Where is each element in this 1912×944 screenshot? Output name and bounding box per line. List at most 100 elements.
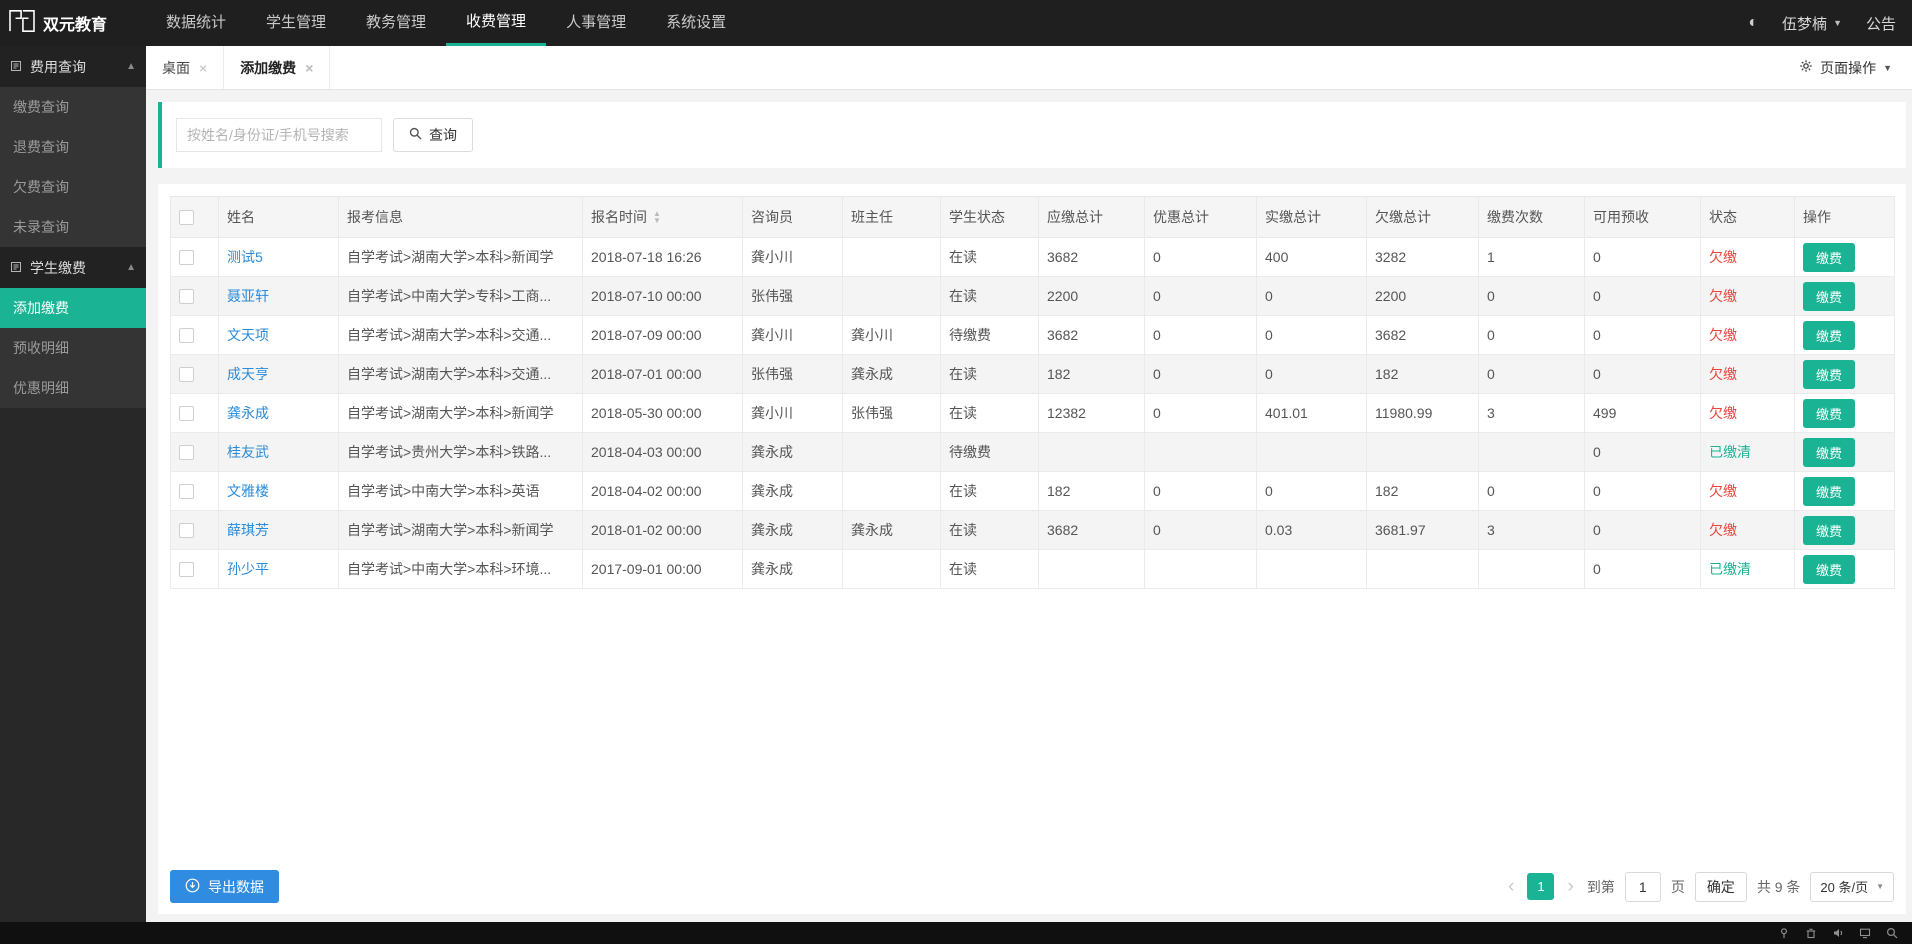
student-name-link[interactable]: 文天项 xyxy=(227,327,269,343)
cell-payable-total xyxy=(1039,550,1145,589)
page-unit-label: 页 xyxy=(1671,877,1685,897)
magnifier-icon[interactable] xyxy=(1886,927,1898,939)
tab-2[interactable]: 添加缴费× xyxy=(224,46,330,89)
display-icon[interactable] xyxy=(1859,927,1871,939)
status-text: 已缴清 xyxy=(1709,444,1751,460)
sidebar-item[interactable]: 欠费查询 xyxy=(0,167,146,207)
main-area: 费用查询▲缴费查询退费查询欠费查询未录查询学生缴费▲添加缴费预收明细优惠明细 桌… xyxy=(0,46,1912,922)
tab-1[interactable]: 桌面× xyxy=(146,46,224,89)
row-checkbox[interactable] xyxy=(179,445,194,460)
student-name-link[interactable]: 龚永成 xyxy=(227,405,269,421)
announcement-link[interactable]: 公告 xyxy=(1866,13,1896,34)
cell-consultant: 龚永成 xyxy=(743,511,843,550)
tab-bar: 桌面×添加缴费× 页面操作 ▼ xyxy=(146,46,1912,90)
sidebar-item[interactable]: 未录查询 xyxy=(0,207,146,247)
theme-toggle-icon[interactable]: ◐ xyxy=(1748,14,1758,32)
confirm-button[interactable]: 确定 xyxy=(1695,872,1747,902)
pay-button[interactable]: 缴费 xyxy=(1803,555,1855,584)
cell-paid-total: 401.01 xyxy=(1257,394,1367,433)
row-checkbox[interactable] xyxy=(179,250,194,265)
cell-action: 缴费 xyxy=(1795,316,1895,355)
sidebar-item[interactable]: 预收明细 xyxy=(0,328,146,368)
os-taskbar xyxy=(0,922,1912,944)
pay-button[interactable]: 缴费 xyxy=(1803,243,1855,272)
cell-date: 2018-07-01 00:00 xyxy=(583,355,743,394)
cell-pay-count: 3 xyxy=(1479,511,1585,550)
page-number-button[interactable]: 1 xyxy=(1527,873,1554,900)
student-name-link[interactable]: 测试5 xyxy=(227,249,263,265)
sidebar-item[interactable]: 添加缴费 xyxy=(0,288,146,328)
cell-name: 龚永成 xyxy=(219,394,339,433)
page-size-select[interactable]: 20 条/页 ▼ xyxy=(1810,872,1894,902)
pay-button[interactable]: 缴费 xyxy=(1803,360,1855,389)
sidebar-item[interactable]: 优惠明细 xyxy=(0,368,146,408)
nav-item-6[interactable]: 系统设置 xyxy=(646,0,746,46)
cell-name: 薛琪芳 xyxy=(219,511,339,550)
nav-item-3[interactable]: 教务管理 xyxy=(346,0,446,46)
export-data-button[interactable]: 导出数据 xyxy=(170,870,279,903)
sidebar-item[interactable]: 退费查询 xyxy=(0,127,146,167)
cell-student-status: 待缴费 xyxy=(941,433,1039,472)
student-name-link[interactable]: 薛琪芳 xyxy=(227,522,269,538)
nav-item-2[interactable]: 学生管理 xyxy=(246,0,346,46)
section-title: 费用查询 xyxy=(30,57,86,77)
cell-owed-total xyxy=(1367,433,1479,472)
sort-icon[interactable]: ▲▼ xyxy=(653,210,661,224)
cell-action: 缴费 xyxy=(1795,355,1895,394)
nav-item-4[interactable]: 收费管理 xyxy=(446,0,546,46)
cell-prepay-available: 0 xyxy=(1585,550,1701,589)
page-actions-button[interactable]: 页面操作 ▼ xyxy=(1779,46,1912,89)
student-name-link[interactable]: 桂友武 xyxy=(227,444,269,460)
cell-action: 缴费 xyxy=(1795,394,1895,433)
pay-button[interactable]: 缴费 xyxy=(1803,399,1855,428)
pay-button[interactable]: 缴费 xyxy=(1803,516,1855,545)
volume-icon[interactable] xyxy=(1832,927,1844,939)
cell-payable-total: 3682 xyxy=(1039,511,1145,550)
column-header[interactable]: 报名时间▲▼ xyxy=(583,197,743,238)
cell-info: 自学考试>贵州大学>本科>铁路... xyxy=(339,433,583,472)
cell-status: 欠缴 xyxy=(1701,277,1795,316)
pay-button[interactable]: 缴费 xyxy=(1803,282,1855,311)
section-title: 学生缴费 xyxy=(30,258,86,278)
cell-student-status: 在读 xyxy=(941,511,1039,550)
cell-info: 自学考试>中南大学>专科>工商... xyxy=(339,277,583,316)
nav-item-5[interactable]: 人事管理 xyxy=(546,0,646,46)
student-name-link[interactable]: 文雅楼 xyxy=(227,483,269,499)
cell-name: 孙少平 xyxy=(219,550,339,589)
username: 伍梦楠 xyxy=(1782,13,1827,34)
close-icon[interactable]: × xyxy=(305,60,313,76)
row-checkbox[interactable] xyxy=(179,289,194,304)
student-name-link[interactable]: 成天亨 xyxy=(227,366,269,382)
sidebar-section-header[interactable]: 费用查询▲ xyxy=(0,46,146,87)
student-name-link[interactable]: 聂亚轩 xyxy=(227,288,269,304)
next-page-button[interactable]: › xyxy=(1564,877,1576,896)
sidebar-section-header[interactable]: 学生缴费▲ xyxy=(0,247,146,288)
sidebar-item[interactable]: 缴费查询 xyxy=(0,87,146,127)
cell-pay-count: 0 xyxy=(1479,472,1585,511)
pay-button[interactable]: 缴费 xyxy=(1803,321,1855,350)
row-checkbox[interactable] xyxy=(179,406,194,421)
pin-icon[interactable] xyxy=(1778,927,1790,939)
row-checkbox[interactable] xyxy=(179,562,194,577)
pay-button[interactable]: 缴费 xyxy=(1803,477,1855,506)
nav-item-1[interactable]: 数据统计 xyxy=(146,0,246,46)
cell-status: 欠缴 xyxy=(1701,316,1795,355)
cell-teacher: 张伟强 xyxy=(843,394,941,433)
user-menu[interactable]: 伍梦楠 ▼ xyxy=(1782,13,1842,34)
cell-consultant: 龚小川 xyxy=(743,238,843,277)
search-input[interactable] xyxy=(176,118,382,152)
row-checkbox[interactable] xyxy=(179,523,194,538)
search-button[interactable]: 查询 xyxy=(393,118,473,152)
trash-icon[interactable] xyxy=(1805,927,1817,939)
row-checkbox[interactable] xyxy=(179,367,194,382)
goto-page-input[interactable] xyxy=(1625,872,1661,902)
student-name-link[interactable]: 孙少平 xyxy=(227,561,269,577)
pay-button[interactable]: 缴费 xyxy=(1803,438,1855,467)
prev-page-button[interactable]: ‹ xyxy=(1505,877,1517,896)
close-icon[interactable]: × xyxy=(199,60,207,76)
column-header: 欠缴总计 xyxy=(1367,197,1479,238)
cell-prepay-available: 0 xyxy=(1585,238,1701,277)
row-checkbox[interactable] xyxy=(179,328,194,343)
row-checkbox[interactable] xyxy=(179,484,194,499)
select-all-checkbox[interactable] xyxy=(179,210,194,225)
